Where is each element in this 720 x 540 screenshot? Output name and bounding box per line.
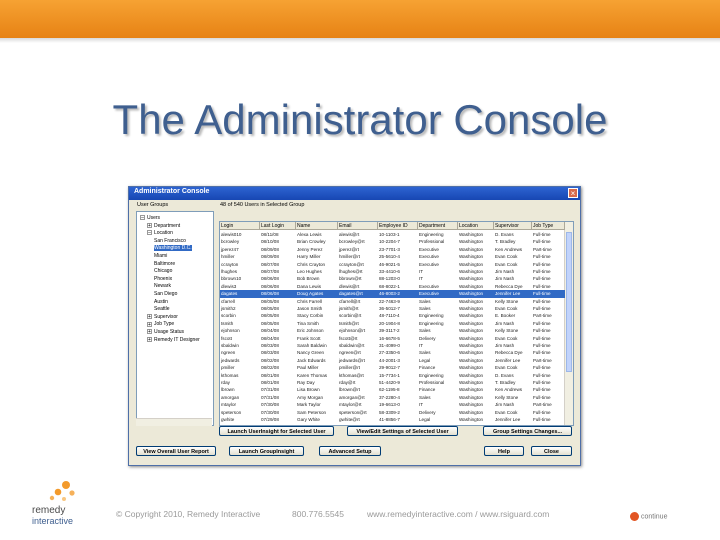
tree-item-label: Department [154, 222, 181, 229]
view-overall-report-button[interactable]: View Overall User Report [136, 446, 216, 456]
column-header[interactable]: Location [458, 222, 494, 230]
expand-icon[interactable]: + [147, 222, 152, 228]
column-header[interactable]: Supervisor [494, 222, 532, 230]
tree-item[interactable]: San Diego [154, 291, 177, 298]
scrollbar-thumb[interactable] [566, 232, 572, 372]
tree-item-label: Location [154, 230, 173, 237]
close-button[interactable]: Close [531, 446, 572, 456]
table-cell[interactable]: gwhite [220, 416, 260, 424]
column-header[interactable]: Name [296, 222, 338, 230]
right-pane-header: 48 of 540 Users in Selected Group [220, 202, 305, 208]
tree-item-label: Seattle [154, 306, 170, 313]
arrow-icon [630, 512, 639, 521]
launch-groupinsight-button[interactable]: Launch GroupInsight [229, 446, 304, 456]
advanced-setup-button[interactable]: Advanced Setup [319, 446, 381, 456]
tree-item[interactable]: – Users [140, 215, 160, 222]
top-bar-shadow [0, 38, 720, 43]
group-settings-button[interactable]: Group Settings Changes... [483, 426, 572, 436]
column-header[interactable]: Department [418, 222, 458, 230]
column-header[interactable]: Last Login [260, 222, 296, 230]
tree-item-label: Users [147, 215, 161, 221]
tree-item-label: Miami [154, 253, 168, 259]
administrator-console-window: Administrator Console × User Groups 48 o… [128, 186, 581, 466]
logo-word-2: interactive [32, 516, 73, 526]
table-cell[interactable]: gwhite@rt [338, 416, 378, 424]
left-pane-header: User Groups [137, 202, 169, 208]
help-button[interactable]: Help [484, 446, 524, 456]
grid-vertical-scrollbar[interactable] [564, 222, 573, 425]
tree-item[interactable]: – Location [147, 230, 173, 237]
tree-item[interactable]: San Francisco [154, 238, 186, 245]
table-cell[interactable]: 41-8856-7 [378, 416, 418, 424]
expand-icon[interactable]: + [147, 313, 152, 319]
tree-item[interactable]: + Remedy IT Designer [147, 337, 200, 344]
tree-item[interactable]: Seattle [154, 306, 170, 313]
tree-item-label: Newark [154, 283, 171, 290]
tree-item-label: Austin [154, 298, 168, 305]
column-header[interactable]: Employee ID [378, 222, 418, 230]
tree-item-label: Job Type [154, 321, 175, 328]
tree-item[interactable]: Newark [154, 283, 171, 290]
remedy-interactive-logo: remedy interactive [32, 481, 75, 526]
collapse-icon[interactable]: – [140, 215, 145, 221]
column-header[interactable]: Login [220, 222, 260, 230]
tree-item-label: San Francisco [154, 237, 186, 244]
tree-item[interactable]: Washington D.C. [154, 245, 192, 252]
users-grid[interactable]: Login Last Login Name Email Employee ID Depar… [219, 221, 574, 426]
tree-item-label: Washington D.C. [154, 245, 192, 252]
continue-label: continue [641, 513, 668, 521]
tree-item[interactable]: + Usage Status [147, 329, 184, 336]
window-titlebar[interactable]: Administrator Console × [129, 187, 580, 200]
table-cell[interactable]: Gary White [296, 416, 338, 424]
view-edit-settings-button[interactable]: View/Edit Settings of Selected User [347, 426, 458, 436]
tree-item[interactable]: Phoenix [154, 276, 172, 283]
tree-item[interactable]: Chicago [154, 268, 172, 275]
expand-icon[interactable]: + [147, 336, 152, 342]
column-header[interactable]: Job Type [532, 222, 565, 230]
tree-item-label: Chicago [154, 268, 173, 275]
tree-item-label: Remedy IT Designer [154, 336, 200, 343]
tree-item-label: San Diego [154, 291, 178, 297]
footer-websites: www.remedyinteractive.com / www.rsiguard… [367, 509, 550, 519]
launch-userinsight-button[interactable]: Launch UserInsight for Selected User [219, 426, 334, 436]
tree-horizontal-scrollbar[interactable] [136, 418, 212, 426]
logo-word-1: remedy [32, 505, 65, 516]
tree-item[interactable]: + Job Type [147, 321, 174, 328]
user-groups-tree[interactable]: – Users + Department – Location San Francisco W… [136, 211, 214, 426]
expand-icon[interactable]: + [147, 321, 152, 327]
footer-phone: 800.776.5545 [292, 509, 344, 519]
table-cell[interactable]: Jennifer Lee [494, 416, 532, 424]
column-header[interactable]: Email [338, 222, 378, 230]
slide-title: The Administrator Console [112, 96, 608, 143]
tree-item-label: Usage Status [154, 329, 185, 335]
expand-icon[interactable]: + [147, 329, 152, 335]
table-cell[interactable]: 07/29/08 [260, 416, 296, 424]
tree-item-label: Phoenix [154, 275, 173, 282]
tree-item[interactable]: Miami [154, 253, 167, 260]
table-cell[interactable]: Washington [458, 416, 494, 424]
tree-item-label: Baltimore [154, 260, 176, 267]
top-orange-bar [0, 0, 720, 38]
tree-item-label: Supervisor [154, 313, 178, 320]
footer-copyright: © Copyright 2010, Remedy Interactive [116, 509, 261, 519]
table-cell[interactable]: Full-time [532, 416, 565, 424]
collapse-icon[interactable]: – [147, 230, 152, 236]
tree-item[interactable]: + Department [147, 223, 180, 230]
tree-item[interactable]: + Supervisor [147, 314, 178, 321]
window-title: Administrator Console [134, 188, 210, 195]
tree-item[interactable]: Austin [154, 299, 168, 306]
tree-item[interactable]: Baltimore [154, 261, 175, 268]
table-cell[interactable]: Legal [418, 416, 458, 424]
close-icon[interactable]: × [568, 188, 578, 198]
continue-button[interactable]: continue [630, 512, 667, 521]
